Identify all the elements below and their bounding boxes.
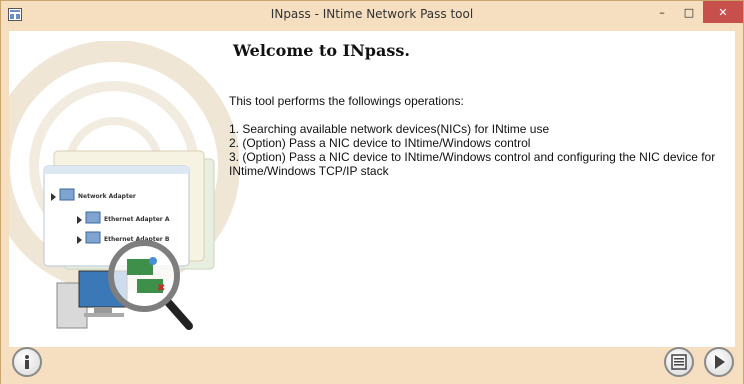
next-button[interactable] xyxy=(704,347,734,377)
svg-text:✖: ✖ xyxy=(157,283,165,294)
close-button[interactable]: ✕ xyxy=(703,1,743,23)
intro-text: This tool performs the followings operat… xyxy=(229,94,464,108)
welcome-heading: Welcome to INpass. xyxy=(233,41,410,60)
minimize-button[interactable]: – xyxy=(649,1,675,23)
info-icon xyxy=(25,355,29,369)
operation-1: 1. Searching available network devices(N… xyxy=(229,122,550,136)
list-button[interactable] xyxy=(664,347,694,377)
main-content: Network Adapter Ethernet Adapter A Ether… xyxy=(9,31,735,347)
tree-root-label: Network Adapter xyxy=(78,193,136,200)
tree-child-a-label: Ethernet Adapter A xyxy=(104,216,170,223)
maximize-button[interactable]: □ xyxy=(676,1,702,23)
window-title: INpass - INtime Network Pass tool xyxy=(270,7,474,21)
network-adapter-illustration: Network Adapter Ethernet Adapter A Ether… xyxy=(43,150,215,330)
footer-bar xyxy=(1,347,743,384)
operation-2: 2. (Option) Pass a NIC device to INtime/… xyxy=(229,136,531,150)
operation-3: 3. (Option) Pass a NIC device to INtime/… xyxy=(229,150,716,178)
list-icon xyxy=(671,354,687,370)
description-text: This tool performs the followings operat… xyxy=(229,94,729,178)
app-window: INpass - INtime Network Pass tool – □ ✕ … xyxy=(0,0,744,384)
title-bar[interactable]: INpass - INtime Network Pass tool – □ ✕ xyxy=(1,1,743,30)
info-button[interactable] xyxy=(12,347,42,377)
play-icon xyxy=(715,355,725,369)
